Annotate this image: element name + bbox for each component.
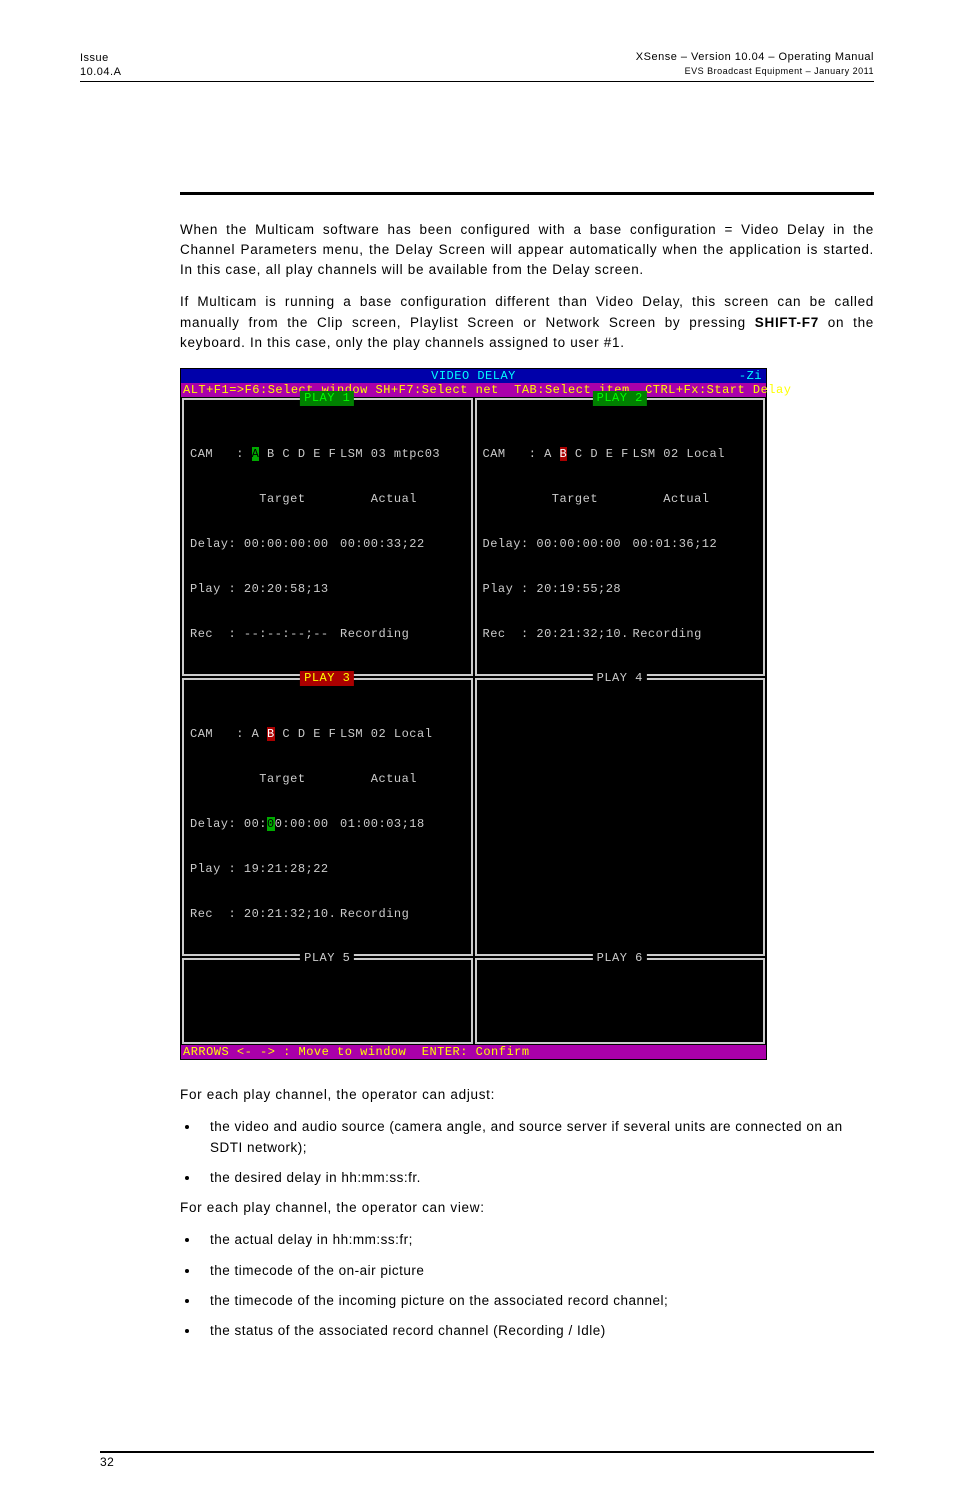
terminal-title-bar: VIDEO DELAY -Zi bbox=[181, 369, 766, 383]
view-list: the actual delay in hh:mm:ss:fr; the tim… bbox=[180, 1230, 874, 1341]
panel-title-4: PLAY 4 bbox=[593, 671, 647, 686]
header-right: XSense – Version 10.04 – Operating Manua… bbox=[636, 50, 874, 79]
panel-title-5: PLAY 5 bbox=[300, 951, 354, 966]
panel-title-6: PLAY 6 bbox=[593, 951, 647, 966]
header-issue-ver: 10.04.A bbox=[80, 66, 121, 78]
p2-cam-rest: C D E F bbox=[567, 447, 629, 461]
terminal-title: VIDEO DELAY bbox=[431, 369, 516, 383]
p3-cam-rest: C D E F bbox=[275, 727, 337, 741]
p2-cam-pre: CAM : A bbox=[483, 447, 560, 461]
p2-src: LSM 02 Local bbox=[633, 447, 725, 462]
panel-title-3: PLAY 3 bbox=[300, 671, 354, 686]
p2-target-val: Actual bbox=[633, 492, 710, 507]
page-number: 32 bbox=[100, 1455, 114, 1469]
panel-play-6: PLAY 6 bbox=[475, 958, 766, 1044]
p3-src: LSM 02 Local bbox=[340, 727, 432, 742]
p2-target: Target bbox=[483, 492, 633, 507]
panel-play-3: PLAY 3 CAM : A B C D E FLSM 02 Local Tar… bbox=[182, 678, 473, 956]
adjust-item-2: the desired delay in hh:mm:ss:fr. bbox=[200, 1168, 874, 1188]
p3-delay-val: 01:00:03;18 bbox=[340, 817, 425, 832]
p2-recval: Recording bbox=[633, 627, 702, 642]
shift-f7-key: SHIFT-F7 bbox=[755, 315, 819, 330]
p1-target: Target bbox=[190, 492, 340, 507]
header-left: Issue 10.04.A bbox=[80, 51, 121, 82]
p2-play: Play : 20:19:55;28 bbox=[483, 582, 633, 597]
p1-recval: Recording bbox=[340, 627, 409, 642]
p1-rec: Rec : --:--:--;-- bbox=[190, 627, 340, 642]
p1-target-val: Actual bbox=[340, 492, 417, 507]
adjust-list: the video and audio source (camera angle… bbox=[180, 1117, 874, 1188]
p1-play: Play : 20:20:58;13 bbox=[190, 582, 340, 597]
view-intro: For each play channel, the operator can … bbox=[180, 1198, 874, 1218]
p3-cam-hl: B bbox=[267, 727, 275, 741]
p3-recval: Recording bbox=[340, 907, 409, 922]
p1-cam-rest: B C D E F bbox=[259, 447, 336, 461]
panel-play-4: PLAY 4 bbox=[475, 678, 766, 956]
content-area: When the Multicam software has been conf… bbox=[180, 192, 874, 1342]
view-item-1: the actual delay in hh:mm:ss:fr; bbox=[200, 1230, 874, 1250]
panel-title-1: PLAY 1 bbox=[300, 391, 354, 406]
paragraph-2: If Multicam is running a base configurat… bbox=[180, 292, 874, 353]
p3-delay-post: 0:00:00 bbox=[275, 817, 329, 831]
p3-cam-pre: CAM : A bbox=[190, 727, 267, 741]
adjust-item-1: the video and audio source (camera angle… bbox=[200, 1117, 874, 1158]
p3-delay-pre: Delay: 00: bbox=[190, 817, 267, 831]
panel-play-1: PLAY 1 CAM : A B C D E FLSM 03 mtpc03 Ta… bbox=[182, 398, 473, 676]
terminal-footer: ARROWS <- -> : Move to window ENTER: Con… bbox=[181, 1045, 766, 1059]
panel-title-2: PLAY 2 bbox=[593, 391, 647, 406]
p2-rec: Rec : 20:21:32;10. bbox=[483, 627, 633, 642]
terminal-tag: -Zi bbox=[739, 369, 762, 383]
page-footer: 32 bbox=[100, 1451, 874, 1469]
view-item-3: the timecode of the incoming picture on … bbox=[200, 1291, 874, 1311]
page-header: Issue 10.04.A XSense – Version 10.04 – O… bbox=[80, 50, 874, 82]
p1-delay-val: 00:00:33;22 bbox=[340, 537, 425, 552]
p2-delay: Delay: 00:00:00:00 bbox=[483, 537, 633, 552]
terminal-screenshot: VIDEO DELAY -Zi ALT+F1=>F6:Select window… bbox=[180, 368, 767, 1060]
p3-play: Play : 19:21:28;22 bbox=[190, 862, 340, 877]
view-item-4: the status of the associated record chan… bbox=[200, 1321, 874, 1341]
terminal-panels: PLAY 1 CAM : A B C D E FLSM 03 mtpc03 Ta… bbox=[181, 397, 766, 1045]
p3-delay-hl: 0 bbox=[267, 817, 275, 831]
view-item-2: the timecode of the on-air picture bbox=[200, 1261, 874, 1281]
p2-delay-val: 00:01:36;12 bbox=[633, 537, 718, 552]
p3-target: Target bbox=[190, 772, 340, 787]
adjust-intro: For each play channel, the operator can … bbox=[180, 1085, 874, 1105]
p1-delay: Delay: 00:00:00:00 bbox=[190, 537, 340, 552]
header-title: XSense – Version 10.04 – Operating Manua… bbox=[636, 51, 874, 63]
header-issue: Issue bbox=[80, 52, 109, 64]
panel-play-2: PLAY 2 CAM : A B C D E FLSM 02 Local Tar… bbox=[475, 398, 766, 676]
p3-rec: Rec : 20:21:32;10. bbox=[190, 907, 340, 922]
section-rule bbox=[180, 192, 874, 195]
header-sub: EVS Broadcast Equipment – January 2011 bbox=[685, 66, 874, 76]
p1-src: LSM 03 mtpc03 bbox=[340, 447, 440, 462]
terminal-key-hints: ALT+F1=>F6:Select window SH+F7:Select ne… bbox=[181, 383, 766, 397]
panel-play-5: PLAY 5 bbox=[182, 958, 473, 1044]
paragraph-1: When the Multicam software has been conf… bbox=[180, 220, 874, 281]
p1-cam-pre: CAM : bbox=[190, 447, 252, 461]
p3-target-val: Actual bbox=[340, 772, 417, 787]
